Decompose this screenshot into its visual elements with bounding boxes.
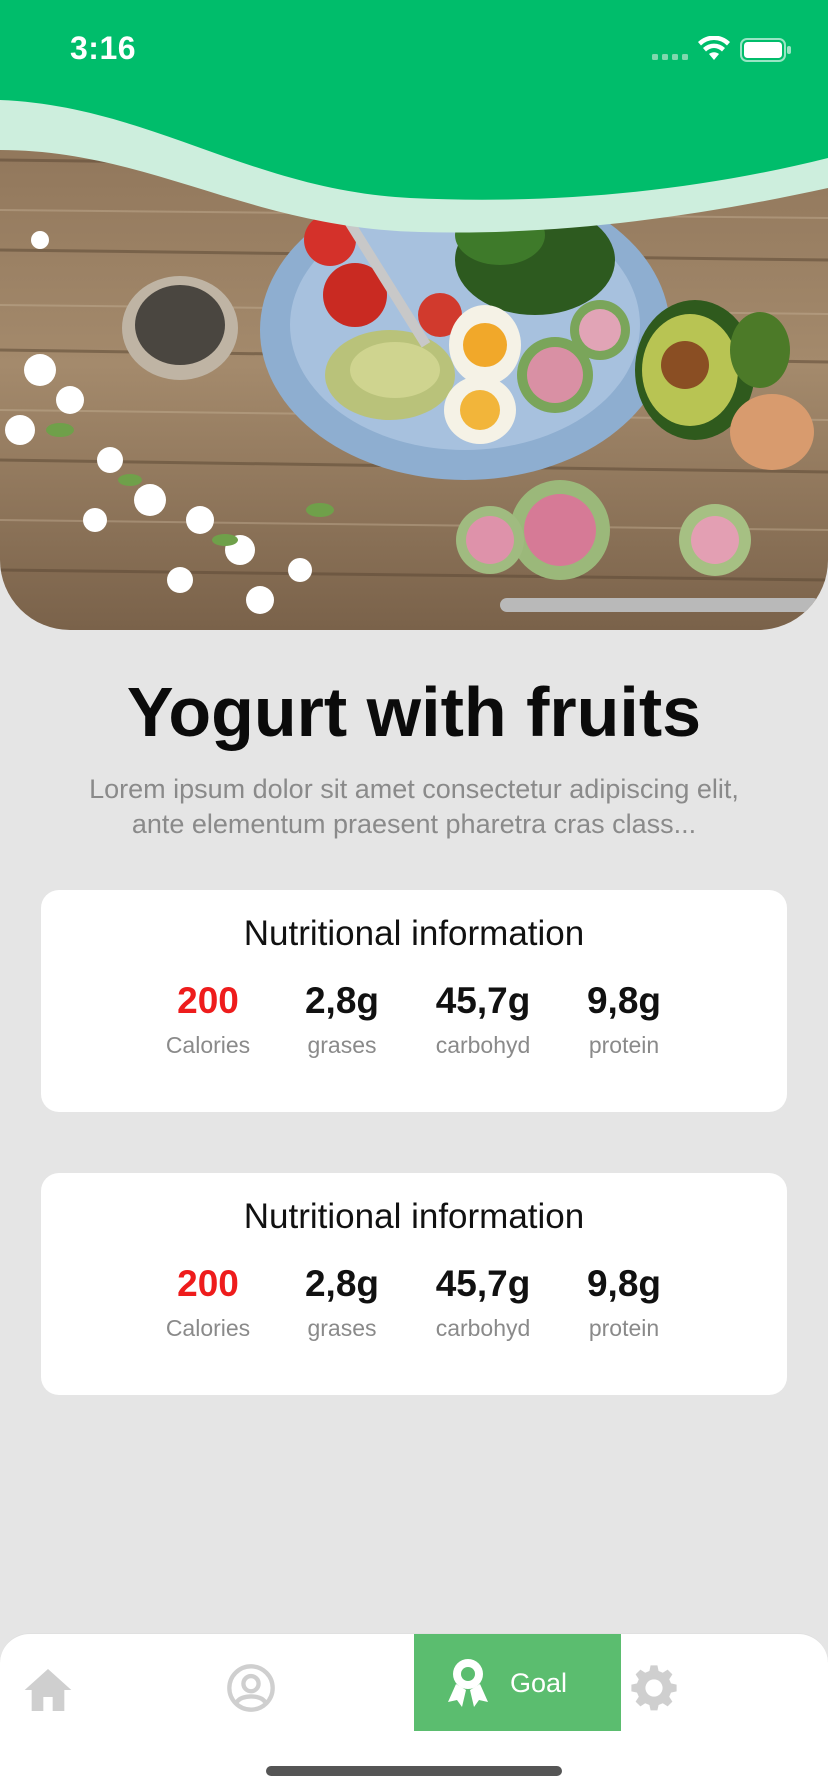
tab-goal[interactable]: Goal bbox=[414, 1634, 621, 1731]
stat-value: 200 bbox=[177, 1263, 239, 1304]
wifi-icon bbox=[698, 36, 730, 60]
stat-label: Calories bbox=[165, 1315, 251, 1341]
tab-settings[interactable] bbox=[630, 1664, 678, 1712]
stat-fat: 2,8g grases bbox=[272, 1261, 412, 1342]
status-bar: 3:16 bbox=[0, 0, 828, 100]
stat-label: protein bbox=[588, 1032, 660, 1058]
nutrition-card-title: Nutritional information bbox=[243, 914, 585, 953]
stat-label: grases bbox=[307, 1315, 377, 1341]
stat-carbs: 45,7g carbohyd bbox=[413, 1261, 553, 1342]
settings-icon bbox=[631, 1665, 677, 1711]
stat-value: 45,7g bbox=[435, 1263, 531, 1304]
stat-label: Calories bbox=[165, 1032, 251, 1058]
stat-fat: 2,8g grases bbox=[272, 978, 412, 1059]
stat-protein: 9,8g protein bbox=[554, 1261, 694, 1342]
stat-label: carbohyd bbox=[435, 1315, 531, 1341]
stat-carbs: 45,7g carbohyd bbox=[413, 978, 553, 1059]
stat-protein: 9,8g protein bbox=[554, 978, 694, 1059]
tab-goal-label: Goal bbox=[510, 1668, 568, 1698]
stat-value: 9,8g bbox=[586, 1263, 662, 1304]
nutrition-card-title: Nutritional information bbox=[243, 1197, 585, 1236]
recipe-description: Lorem ipsum dolor sit amet consectetur a… bbox=[89, 774, 739, 839]
stat-label: grases bbox=[307, 1032, 377, 1058]
stat-calories: 200 Calories bbox=[138, 1261, 278, 1342]
stat-value: 9,8g bbox=[586, 980, 662, 1021]
home-icon bbox=[24, 1669, 72, 1711]
nutrition-card: Nutritional information 200 Calories 2,8… bbox=[41, 890, 787, 1112]
status-time: 3:16 bbox=[70, 30, 137, 66]
tab-profile[interactable] bbox=[225, 1662, 277, 1714]
stat-label: carbohyd bbox=[435, 1032, 531, 1058]
stat-value: 2,8g bbox=[304, 1263, 380, 1304]
stat-calories: 200 Calories bbox=[138, 978, 278, 1059]
stat-label: protein bbox=[588, 1315, 660, 1341]
stat-value: 45,7g bbox=[435, 980, 531, 1021]
battery-icon bbox=[740, 38, 791, 62]
tab-home[interactable] bbox=[20, 1662, 76, 1718]
recipe-title: Yogurt with fruits bbox=[126, 673, 702, 751]
profile-icon bbox=[227, 1664, 275, 1712]
stat-value: 2,8g bbox=[304, 980, 380, 1021]
stat-value: 200 bbox=[177, 980, 239, 1021]
goal-icon bbox=[448, 1659, 488, 1707]
cellular-signal-icon bbox=[652, 54, 688, 60]
home-indicator bbox=[266, 1766, 562, 1776]
nutrition-card: Nutritional information 200 Calories 2,8… bbox=[41, 1173, 787, 1395]
